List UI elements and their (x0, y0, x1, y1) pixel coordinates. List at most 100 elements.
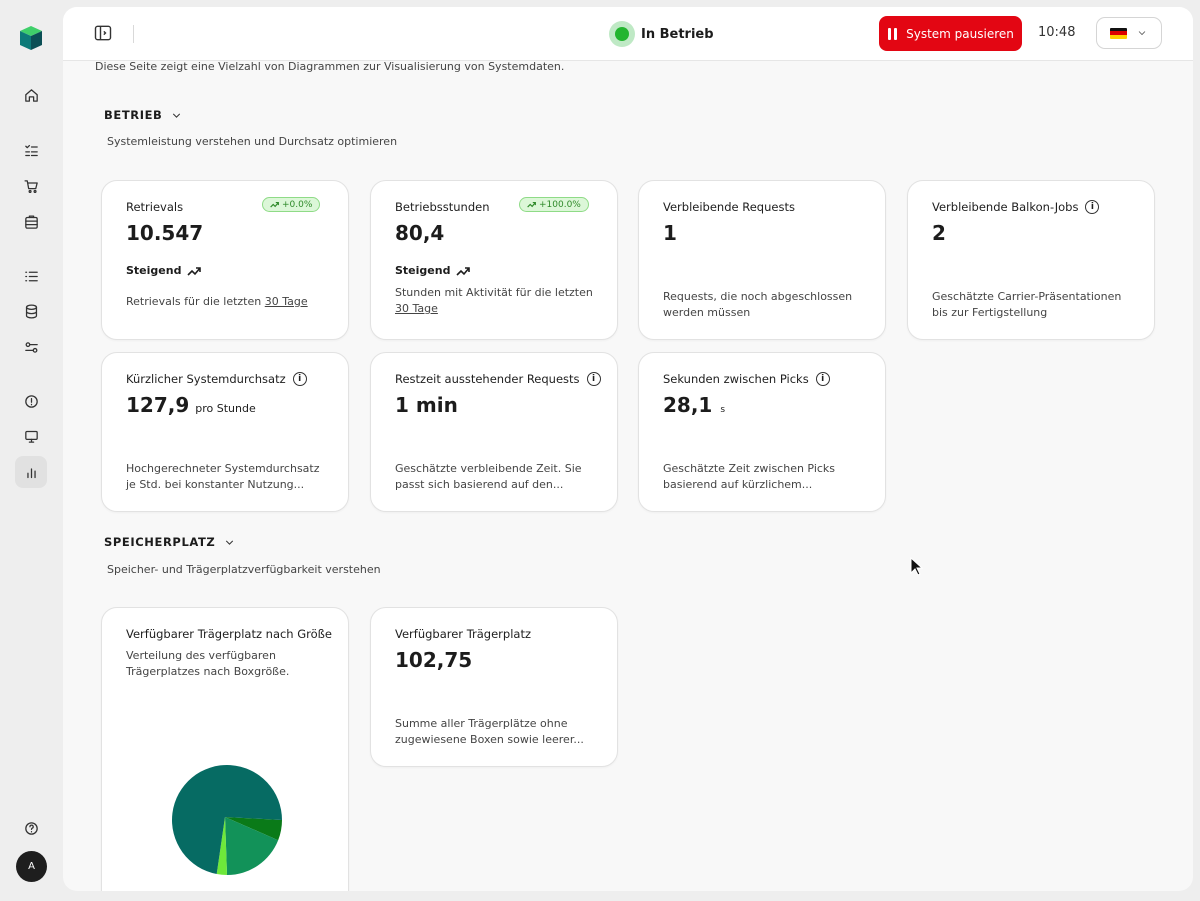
bar-chart-icon (26, 467, 36, 478)
sidebar-item-settings[interactable] (15, 331, 47, 363)
badge-text: +0.0% (282, 199, 313, 210)
info-icon[interactable]: i (1085, 200, 1100, 214)
card-title-text: Sekunden zwischen Picks (663, 372, 809, 386)
trend-label: Steigend (395, 264, 471, 277)
trend-badge: +0.0% (262, 197, 321, 212)
pause-icon (887, 27, 898, 40)
info-icon[interactable]: i (586, 372, 601, 386)
alert-icon (24, 394, 38, 408)
card-title: Verbleibende Balkon-Jobs i (932, 200, 1100, 214)
card-title-text: Retrievals (126, 200, 184, 214)
section-speicher-toggle[interactable]: SPEICHERPLATZ (104, 535, 236, 549)
chevron-down-icon (226, 540, 234, 545)
monitor-icon (24, 430, 38, 443)
card-sekunden-picks[interactable]: Sekunden zwischen Picks i 28,1 s Geschätz… (638, 352, 886, 512)
card-title: Kürzlicher Systemdurchsatz i (126, 372, 307, 386)
page-description: Diese Seite zeigt eine Vielzahl von Diag… (95, 60, 565, 73)
card-title: Betriebsstunden (395, 200, 490, 214)
card-value: 127,9 pro Stunde (126, 393, 256, 417)
avatar[interactable]: A (16, 851, 47, 882)
card-restzeit[interactable]: Restzeit ausstehender Requests i 1 min G… (370, 352, 618, 512)
sidebar-item-monitor[interactable] (15, 420, 47, 452)
storage-icon (24, 214, 38, 229)
card-betriebsstunden[interactable]: Betriebsstunden +100.0% 80,4 Steigend St… (370, 180, 618, 340)
chevron-down-icon (173, 113, 181, 118)
card-traegerplatz-nach-groesse[interactable]: Verfügbarer Trägerplatz nach Größe Verte… (101, 607, 349, 891)
database-icon (25, 303, 37, 319)
chevron-down-icon (1138, 31, 1146, 36)
card-retrievals[interactable]: Retrievals +0.0% 10.547 Steigend Retriev… (101, 180, 349, 340)
system-status: In Betrieb (609, 19, 714, 49)
app-logo[interactable] (17, 24, 45, 52)
trend-text: Steigend (126, 264, 182, 277)
card-title: Verfügbarer Trägerplatz (395, 627, 531, 641)
card-description: Summe aller Trägerplätze ohne zugewiesen… (395, 717, 584, 746)
card-title-text: Restzeit ausstehender Requests (395, 372, 580, 386)
divider (133, 25, 134, 43)
top-bar: In Betrieb System pausieren 10:48 (63, 7, 1193, 61)
trend-up-icon (456, 266, 471, 276)
card-title-text: Kürzlicher Systemdurchsatz (126, 372, 286, 386)
card-value-number: 127,9 (126, 393, 190, 417)
sidebar-item-database[interactable] (15, 295, 47, 327)
card-verfuegbarer-traegerplatz[interactable]: Verfügbarer Trägerplatz 102,75 Summe all… (370, 607, 618, 767)
card-value: 2 (932, 221, 946, 245)
period-link[interactable]: 30 Tage (265, 295, 308, 308)
card-description: Geschätzte Carrier-Präsentationen bis zu… (932, 290, 1122, 319)
card-title-text: Verbleibende Requests (663, 200, 795, 214)
pie-chart (172, 765, 282, 875)
main-panel: In Betrieb System pausieren 10:48 Diese … (63, 7, 1193, 891)
clock: 10:48 (1038, 25, 1076, 40)
sidebar-item-help[interactable] (15, 812, 47, 844)
card-value: 1 min (395, 393, 458, 417)
list-icon (24, 271, 38, 281)
period-link[interactable]: 30 Tage (395, 302, 438, 315)
trend-up-icon (270, 201, 279, 208)
checklist-icon (24, 144, 38, 156)
sidebar-item-list[interactable] (15, 260, 47, 292)
language-selector[interactable] (1096, 17, 1162, 49)
german-flag-icon (1110, 27, 1127, 39)
card-description: Geschätzte Zeit zwischen Picks basierend… (663, 462, 836, 491)
sidebar-toggle-icon (94, 25, 112, 41)
sidebar-item-alerts[interactable] (15, 385, 47, 417)
card-title-text: Verfügbarer Trägerplatz nach Größe (126, 627, 332, 641)
card-description-text: Retrievals für die letzten (126, 295, 262, 308)
card-title: Verfügbarer Trägerplatz nach Größe (126, 627, 332, 641)
info-icon[interactable]: i (292, 372, 307, 386)
section-betrieb-subtitle: Systemleistung verstehen und Durchsatz o… (107, 135, 398, 148)
sidebar-item-home[interactable] (15, 79, 47, 111)
mouse-cursor-icon (910, 557, 924, 576)
card-description: Geschätzte verbleibende Zeit. Sie passt … (395, 462, 582, 491)
pause-button-label: System pausieren (906, 26, 1014, 41)
card-title: Restzeit ausstehender Requests i (395, 372, 601, 386)
sidebar-item-statistics[interactable] (15, 456, 47, 488)
card-description: Hochgerechneter Systemdurchsatz je Std. … (126, 462, 320, 491)
cart-icon (23, 179, 38, 193)
pause-system-button[interactable]: System pausieren (879, 16, 1022, 51)
card-title-text: Verfügbarer Trägerplatz (395, 627, 531, 641)
card-description: Stunden mit Aktivität für die letzten 30… (395, 285, 599, 317)
sidebar-item-orders[interactable] (15, 170, 47, 202)
status-indicator-icon (609, 21, 635, 47)
info-icon[interactable]: i (815, 372, 830, 386)
trend-up-icon (187, 266, 202, 276)
trend-label: Steigend (126, 264, 202, 277)
card-unit: s (720, 405, 726, 415)
card-value-number: 28,1 (663, 393, 713, 417)
card-systemdurchsatz[interactable]: Kürzlicher Systemdurchsatz i 127,9 pro St… (101, 352, 349, 512)
section-speicher-subtitle: Speicher- und Trägerplatzverfügbarkeit v… (107, 563, 381, 576)
sidebar-item-storage[interactable] (15, 206, 47, 238)
card-description: Retrievals für die letzten 30 Tage (126, 294, 330, 310)
sidebar-toggle-button[interactable] (93, 23, 115, 45)
card-value: 80,4 (395, 221, 445, 245)
card-value: 28,1 s (663, 393, 725, 417)
card-balkon-jobs[interactable]: Verbleibende Balkon-Jobs i 2 Geschätzte … (907, 180, 1155, 340)
sidebar: A (0, 0, 62, 901)
card-verbleibende-requests[interactable]: Verbleibende Requests 1 Requests, die no… (638, 180, 886, 340)
status-text: In Betrieb (641, 26, 714, 42)
card-description: Verteilung des verfügbaren Trägerplatzes… (126, 649, 290, 678)
sidebar-item-tasks[interactable] (15, 134, 47, 166)
card-title: Retrievals (126, 200, 183, 214)
section-betrieb-toggle[interactable]: BETRIEB (104, 108, 183, 122)
